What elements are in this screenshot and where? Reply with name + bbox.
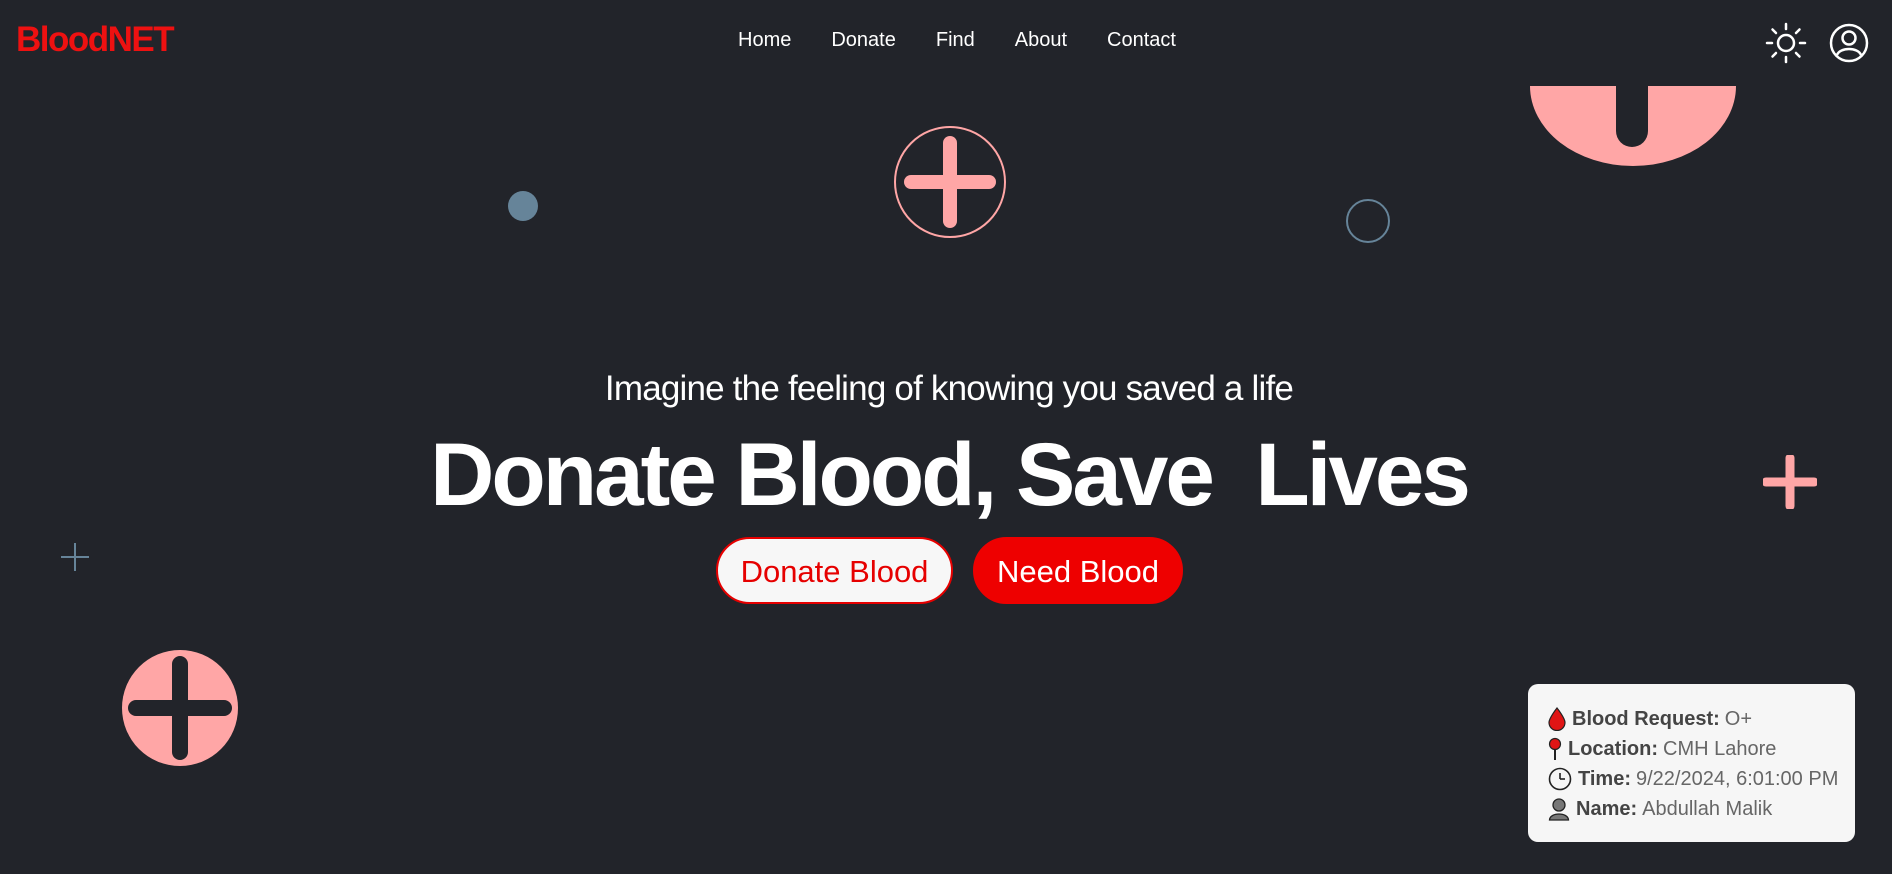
location-label: Location: bbox=[1568, 737, 1658, 760]
nav-links: Home Donate Find About Contact bbox=[738, 29, 1176, 52]
nav-link-find[interactable]: Find bbox=[936, 29, 975, 52]
hero-title: Donate Blood, Save Lives bbox=[430, 424, 1471, 524]
time-value: 9/22/2024, 6:01:00 PM bbox=[1635, 767, 1839, 790]
user-profile-icon[interactable] bbox=[1828, 22, 1870, 64]
request-name-row: Name: Abdullah Malik bbox=[1548, 794, 1855, 824]
location-pin-icon bbox=[1548, 737, 1562, 760]
donate-blood-button[interactable]: Donate Blood bbox=[716, 537, 953, 604]
request-time-row: Time: 9/22/2024, 6:01:00 PM bbox=[1548, 764, 1855, 794]
filled-plus-circle-decoration bbox=[122, 650, 238, 766]
need-blood-button[interactable]: Need Blood bbox=[973, 537, 1183, 604]
nav-link-home[interactable]: Home bbox=[738, 29, 791, 52]
outlined-plus-circle-decoration bbox=[894, 126, 1006, 238]
name-label: Name: bbox=[1576, 797, 1638, 820]
brand-logo[interactable]: BloodNET bbox=[16, 20, 175, 60]
blood-drop-icon bbox=[1548, 707, 1566, 731]
request-blood-row: Blood Request: O+ bbox=[1548, 704, 1855, 734]
nav-link-contact[interactable]: Contact bbox=[1107, 29, 1176, 52]
nav-link-about[interactable]: About bbox=[1015, 29, 1067, 52]
slate-dot-decoration bbox=[508, 191, 538, 221]
nav-link-donate[interactable]: Donate bbox=[831, 29, 896, 52]
clock-icon bbox=[1548, 767, 1572, 791]
person-icon bbox=[1548, 798, 1570, 821]
hero-subtitle: Imagine the feeling of knowing you saved… bbox=[604, 369, 1294, 408]
name-value: Abdullah Malik bbox=[1642, 797, 1773, 820]
slate-ring-decoration bbox=[1346, 199, 1390, 243]
navbar: BloodNET Home Donate Find About Contact bbox=[0, 0, 1892, 84]
sun-theme-toggle-icon[interactable] bbox=[1765, 22, 1807, 64]
pink-half-circle-decoration bbox=[1530, 86, 1736, 166]
location-value: CMH Lahore bbox=[1663, 737, 1777, 760]
request-location-row: Location: CMH Lahore bbox=[1548, 734, 1855, 764]
slate-thin-plus-decoration bbox=[61, 543, 89, 571]
time-label: Time: bbox=[1578, 767, 1631, 790]
blood-request-card[interactable]: Blood Request: O+ Location: CMH Lahore T… bbox=[1528, 684, 1855, 842]
blood-request-value: O+ bbox=[1724, 707, 1753, 730]
blood-request-label: Blood Request: bbox=[1572, 707, 1720, 730]
